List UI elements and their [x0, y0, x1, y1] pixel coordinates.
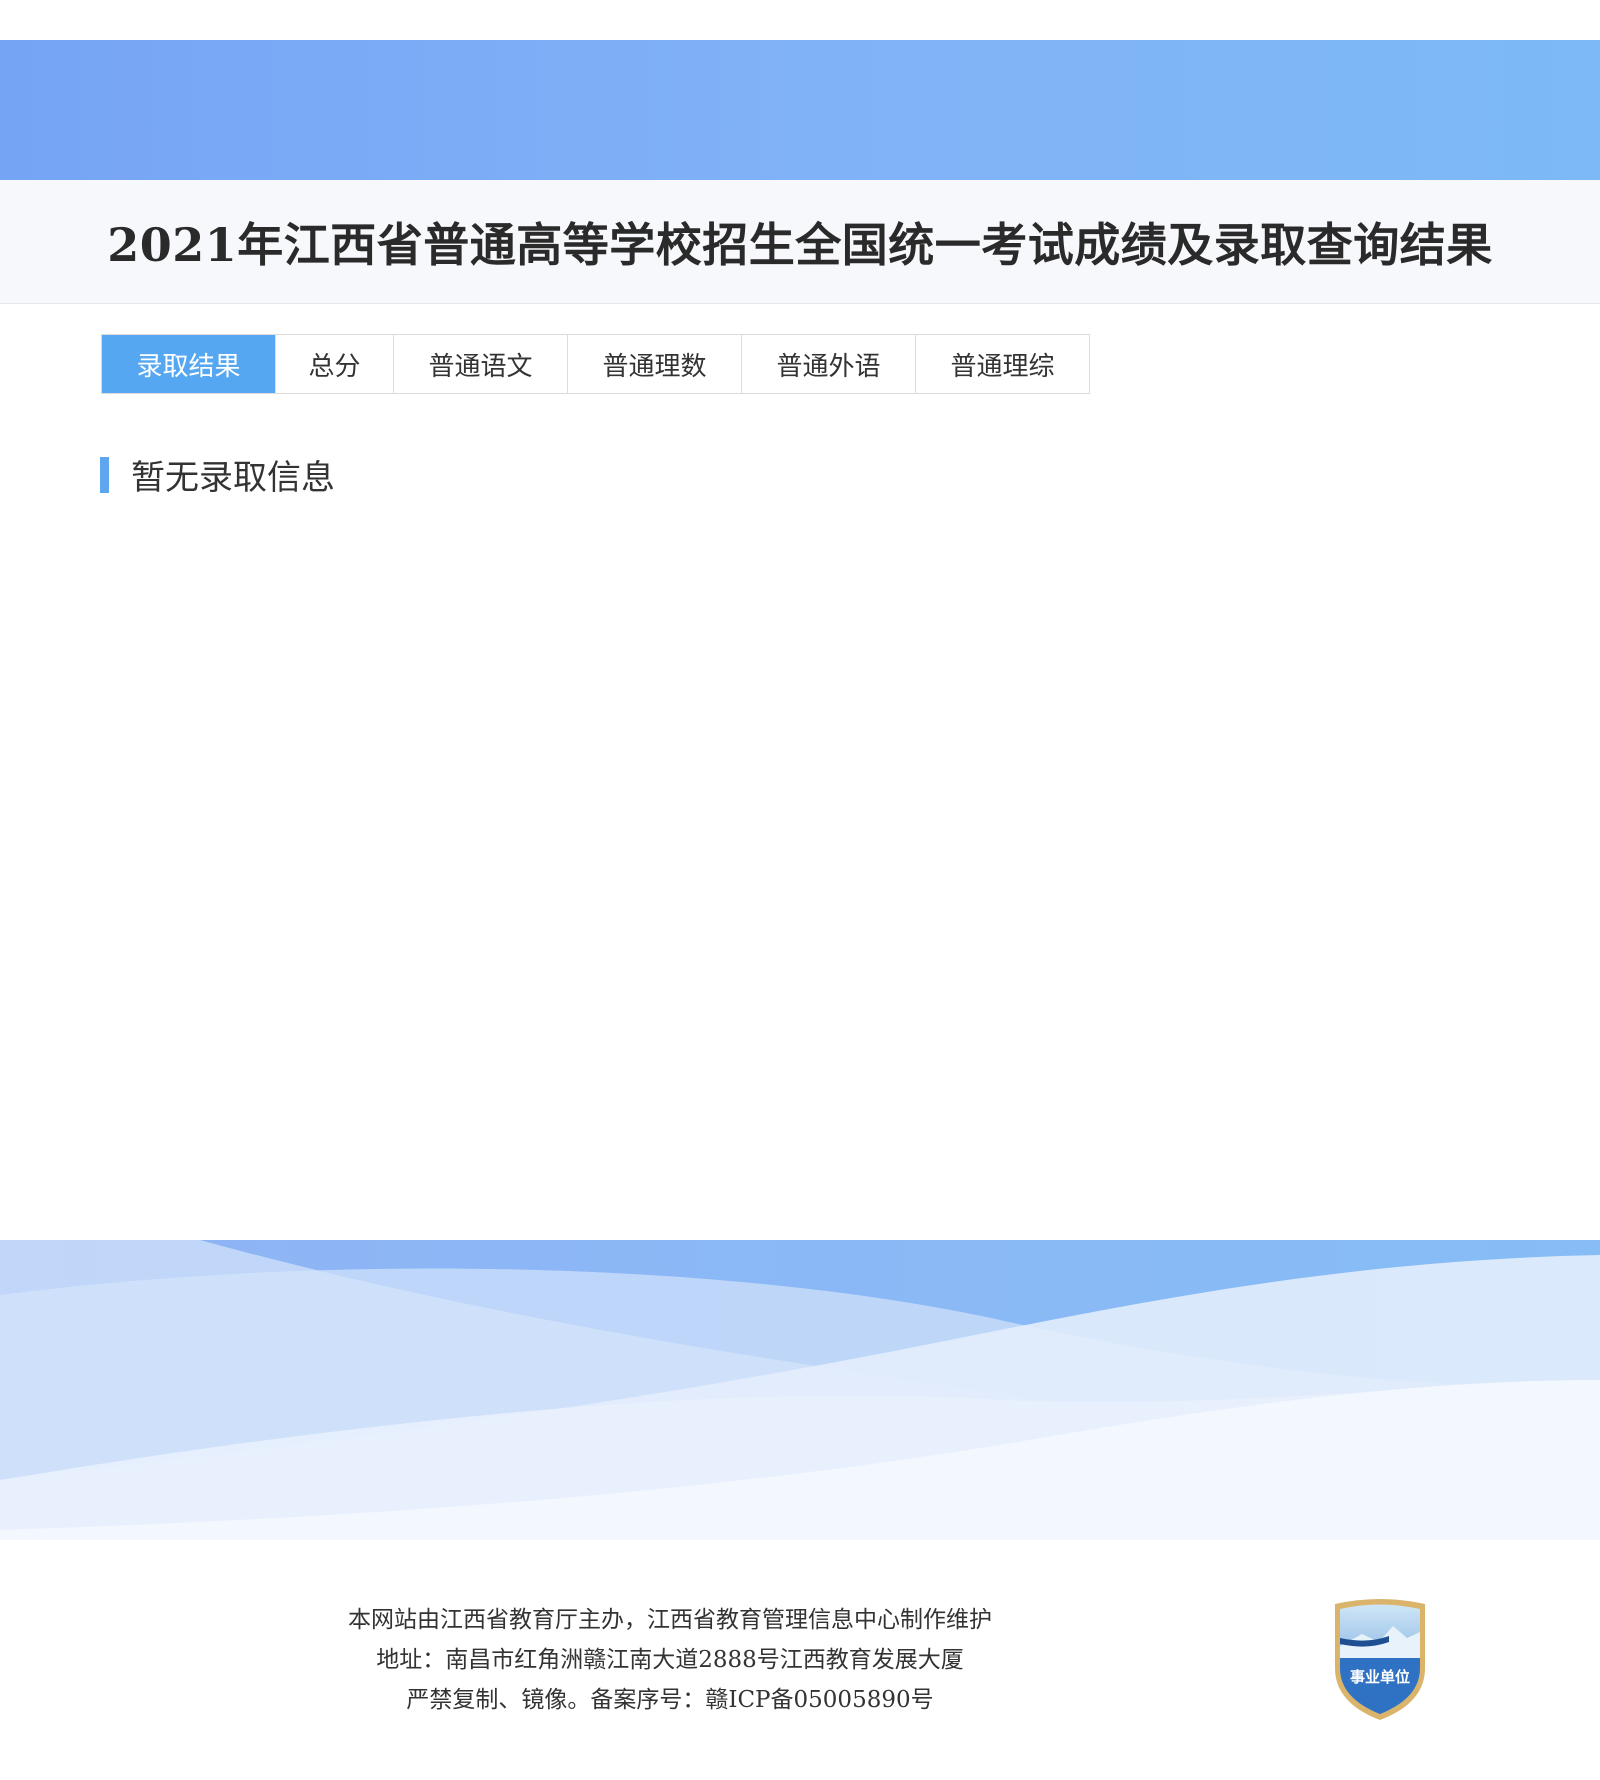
- page-title: 2021年江西省普通高等学校招生全国统一考试成绩及录取查询结果: [107, 217, 1493, 272]
- tab-science-math[interactable]: 普通理数: [567, 335, 741, 393]
- page: 2021年江西省普通高等学校招生全国统一考试成绩及录取查询结果 录取结果 总分 …: [0, 0, 1600, 1780]
- section-heading: 暂无录取信息: [100, 450, 335, 499]
- badge-label: 事业单位: [1350, 1668, 1410, 1686]
- footer-wave-decoration: [0, 1240, 1600, 1540]
- top-banner: [0, 40, 1600, 180]
- tab-chinese[interactable]: 普通语文: [393, 335, 567, 393]
- result-tabs: 录取结果 总分 普通语文 普通理数 普通外语 普通理综: [101, 334, 1090, 394]
- government-institution-badge-icon[interactable]: 事业单位: [1327, 1598, 1433, 1724]
- site-footer: 本网站由江西省教育厅主办，江西省教育管理信息中心制作维护 地址：南昌市红角洲赣江…: [0, 1600, 1340, 1720]
- title-bar: 2021年江西省普通高等学校招生全国统一考试成绩及录取查询结果: [0, 180, 1600, 304]
- section-accent-bar: [100, 456, 109, 493]
- footer-icp-line: 严禁复制、镜像。备案序号：赣ICP备05005890号: [406, 1687, 934, 1713]
- tab-science-comprehensive[interactable]: 普通理综: [915, 335, 1089, 393]
- footer-sponsor-line: 本网站由江西省教育厅主办，江西省教育管理信息中心制作维护: [348, 1607, 992, 1633]
- tab-admission-result[interactable]: 录取结果: [102, 335, 275, 393]
- tab-foreign-language[interactable]: 普通外语: [741, 335, 915, 393]
- no-admission-message: 暂无录取信息: [131, 458, 335, 498]
- footer-address-line: 地址：南昌市红角洲赣江南大道2888号江西教育发展大厦: [376, 1647, 964, 1673]
- tab-total-score[interactable]: 总分: [275, 335, 393, 393]
